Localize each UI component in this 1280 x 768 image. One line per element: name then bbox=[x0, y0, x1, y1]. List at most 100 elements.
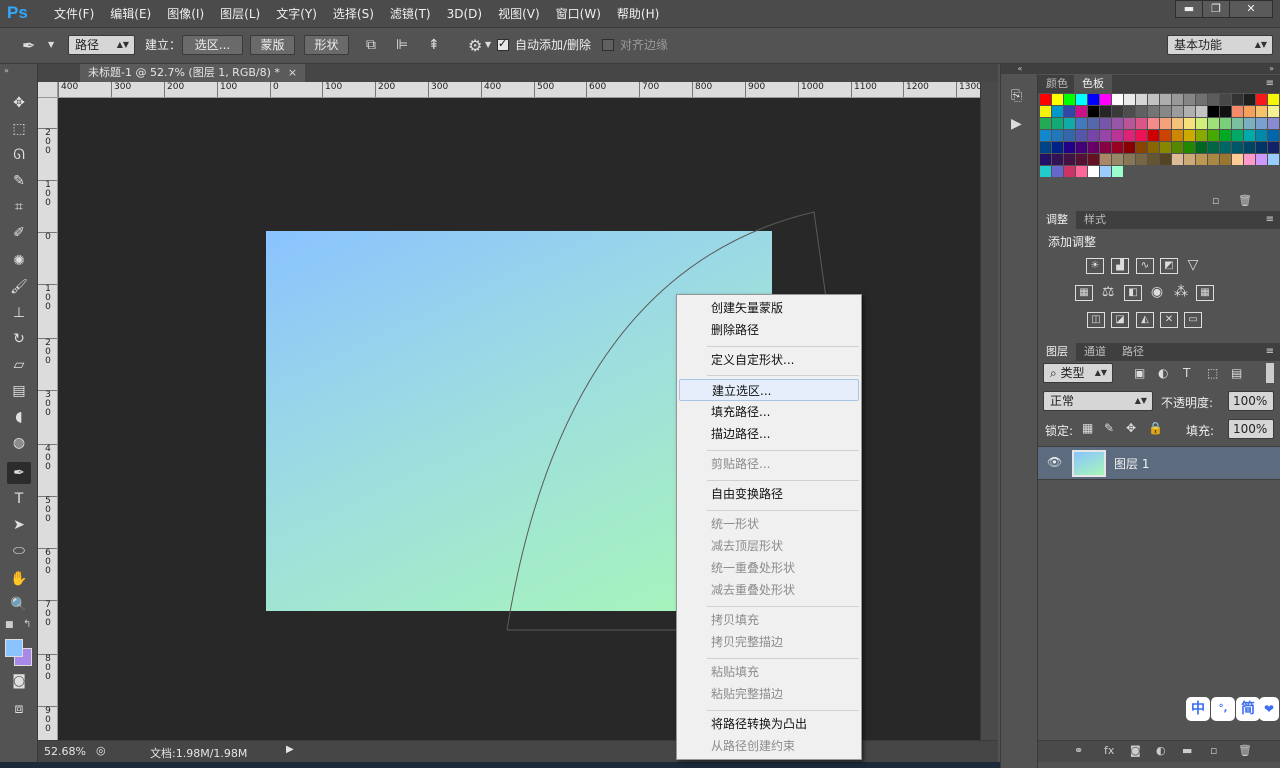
color-swatch[interactable] bbox=[1220, 94, 1231, 105]
tab-swatches[interactable]: 色板 bbox=[1074, 75, 1112, 93]
color-swatch[interactable] bbox=[1124, 94, 1135, 105]
color-swatch[interactable] bbox=[1052, 154, 1063, 165]
channel-mixer-icon[interactable]: ⁂ bbox=[1172, 285, 1190, 301]
color-swatch[interactable] bbox=[1220, 142, 1231, 153]
marquee-tool-icon[interactable]: ⬚ bbox=[7, 118, 31, 140]
color-swatch[interactable] bbox=[1268, 106, 1279, 117]
hue-saturation-icon[interactable]: ▦ bbox=[1075, 285, 1093, 301]
gear-dropdown-icon[interactable]: ▼ bbox=[485, 40, 491, 49]
color-swatch[interactable] bbox=[1124, 154, 1135, 165]
color-swatch[interactable] bbox=[1208, 130, 1219, 141]
selective-color-icon[interactable]: ✕ bbox=[1160, 312, 1178, 328]
history-brush-tool-icon[interactable]: ↻ bbox=[7, 328, 31, 350]
collapse-toolbox-icon[interactable]: » bbox=[4, 66, 9, 75]
color-swatch[interactable] bbox=[1196, 118, 1207, 129]
color-swatch[interactable] bbox=[1268, 94, 1279, 105]
close-button[interactable]: ✕ bbox=[1229, 0, 1273, 18]
menu-item-subtract-front-shape[interactable]: 减去顶层形状 bbox=[679, 535, 859, 557]
align-edges-checkbox[interactable] bbox=[602, 39, 614, 51]
zoom-level[interactable]: 52.68% bbox=[44, 745, 86, 758]
adjustment-layer-icon[interactable]: ◐ bbox=[1156, 744, 1166, 757]
add-mask-icon[interactable]: ◙ bbox=[1130, 744, 1141, 757]
color-swatch[interactable] bbox=[1184, 118, 1195, 129]
color-swatch[interactable] bbox=[1052, 166, 1063, 177]
foreground-color-swatch[interactable] bbox=[5, 639, 23, 657]
expand-dock-icon[interactable]: « bbox=[1001, 64, 1039, 74]
ime-simplified-icon[interactable]: 简 bbox=[1236, 697, 1260, 721]
color-swatch[interactable] bbox=[1136, 118, 1147, 129]
auto-add-delete-checkbox[interactable] bbox=[497, 37, 509, 51]
color-swatch[interactable] bbox=[1172, 118, 1183, 129]
color-swatch[interactable] bbox=[1160, 142, 1171, 153]
color-swatch[interactable] bbox=[1076, 130, 1087, 141]
dodge-tool-icon[interactable]: ◍ bbox=[7, 432, 31, 454]
color-swatch[interactable] bbox=[1208, 94, 1219, 105]
exposure-icon[interactable]: ◩ bbox=[1160, 258, 1178, 274]
lock-all-icon[interactable]: 🔒 bbox=[1148, 421, 1163, 435]
photo-filter-icon[interactable]: ◉ bbox=[1148, 285, 1166, 301]
menu-select[interactable]: 选择(S) bbox=[325, 0, 382, 28]
move-tool-icon[interactable]: ✥ bbox=[7, 92, 31, 114]
color-swatch[interactable] bbox=[1268, 130, 1279, 141]
filter-pixel-icon[interactable]: ▣ bbox=[1134, 366, 1145, 380]
menu-item-clipping-path[interactable]: 剪贴路径... bbox=[679, 453, 859, 475]
color-swatch[interactable] bbox=[1088, 142, 1099, 153]
threshold-icon[interactable]: ◭ bbox=[1136, 312, 1154, 328]
eye-icon[interactable]: 👁 bbox=[1047, 455, 1062, 469]
color-swatch[interactable] bbox=[1112, 166, 1123, 177]
menu-edit[interactable]: 编辑(E) bbox=[102, 0, 159, 28]
menu-image[interactable]: 图像(I) bbox=[159, 0, 212, 28]
vertical-ruler[interactable]: 2 0 0 1 0 0 0 1 0 0 2 0 0 3 0 0 4 0 0 5 … bbox=[38, 98, 58, 740]
color-swatch[interactable] bbox=[1184, 130, 1195, 141]
color-swatch[interactable] bbox=[1196, 142, 1207, 153]
color-swatch[interactable] bbox=[1148, 154, 1159, 165]
menu-item-subtract-overlapping[interactable]: 减去重叠处形状 bbox=[679, 579, 859, 601]
preset-dropdown-icon[interactable]: ▼ bbox=[48, 40, 54, 49]
color-swatch[interactable] bbox=[1052, 118, 1063, 129]
layer-row[interactable]: 👁 图层 1 bbox=[1038, 446, 1280, 480]
color-swatch[interactable] bbox=[1220, 130, 1231, 141]
color-swatch[interactable] bbox=[1136, 154, 1147, 165]
eyedropper-tool-icon[interactable]: ✐ bbox=[7, 222, 31, 244]
color-swatch[interactable] bbox=[1112, 130, 1123, 141]
color-swatch[interactable] bbox=[1064, 106, 1075, 117]
new-layer-icon[interactable]: ▫ bbox=[1210, 744, 1217, 757]
tab-adjustments[interactable]: 调整 bbox=[1038, 211, 1076, 229]
invert-icon[interactable]: ◫ bbox=[1087, 312, 1105, 328]
color-swatch[interactable] bbox=[1208, 118, 1219, 129]
color-swatch[interactable] bbox=[1268, 154, 1279, 165]
color-swatch[interactable] bbox=[1232, 154, 1243, 165]
color-swatch[interactable] bbox=[1076, 94, 1087, 105]
menu-filter[interactable]: 滤镜(T) bbox=[382, 0, 439, 28]
panel-menu-icon[interactable]: ≡ bbox=[1266, 75, 1274, 93]
color-swatch[interactable] bbox=[1220, 118, 1231, 129]
color-swatch[interactable] bbox=[1124, 118, 1135, 129]
screen-mode-icon[interactable]: ⧈ bbox=[7, 698, 31, 720]
color-swatch[interactable] bbox=[1076, 166, 1087, 177]
gradient-tool-icon[interactable]: ▤ bbox=[7, 380, 31, 402]
path-operations-icon[interactable]: ⧉ bbox=[366, 37, 376, 53]
default-colors-icon[interactable]: ■ bbox=[5, 620, 14, 630]
swap-colors-icon[interactable]: ↰ bbox=[23, 619, 31, 630]
color-swatch[interactable] bbox=[1196, 130, 1207, 141]
color-swatch[interactable] bbox=[1256, 130, 1267, 141]
hand-tool-icon[interactable]: ✋ bbox=[7, 568, 31, 590]
menu-item-copy-complete-stroke[interactable]: 拷贝完整描边 bbox=[679, 631, 859, 653]
path-arrangement-icon[interactable]: ⇞ bbox=[428, 37, 440, 53]
new-group-icon[interactable]: ▬ bbox=[1182, 744, 1192, 757]
color-swatch[interactable] bbox=[1196, 94, 1207, 105]
color-swatch[interactable] bbox=[1148, 94, 1159, 105]
color-swatch[interactable] bbox=[1052, 130, 1063, 141]
filter-type-icon[interactable]: T bbox=[1183, 366, 1190, 380]
gear-icon[interactable]: ⚙ bbox=[468, 36, 482, 55]
crop-tool-icon[interactable]: ⌗ bbox=[7, 196, 31, 218]
color-swatch[interactable] bbox=[1220, 154, 1231, 165]
tab-layers[interactable]: 图层 bbox=[1038, 343, 1076, 361]
tab-styles[interactable]: 样式 bbox=[1076, 211, 1114, 229]
collapse-panels-icon[interactable]: » bbox=[1038, 64, 1280, 74]
lock-pixels-icon[interactable]: ✎ bbox=[1104, 421, 1114, 435]
clone-stamp-tool-icon[interactable]: ⊥ bbox=[7, 302, 31, 324]
color-swatch[interactable] bbox=[1076, 118, 1087, 129]
vibrance-icon[interactable]: ▽ bbox=[1184, 258, 1202, 274]
curves-icon[interactable]: ∿ bbox=[1136, 258, 1154, 274]
